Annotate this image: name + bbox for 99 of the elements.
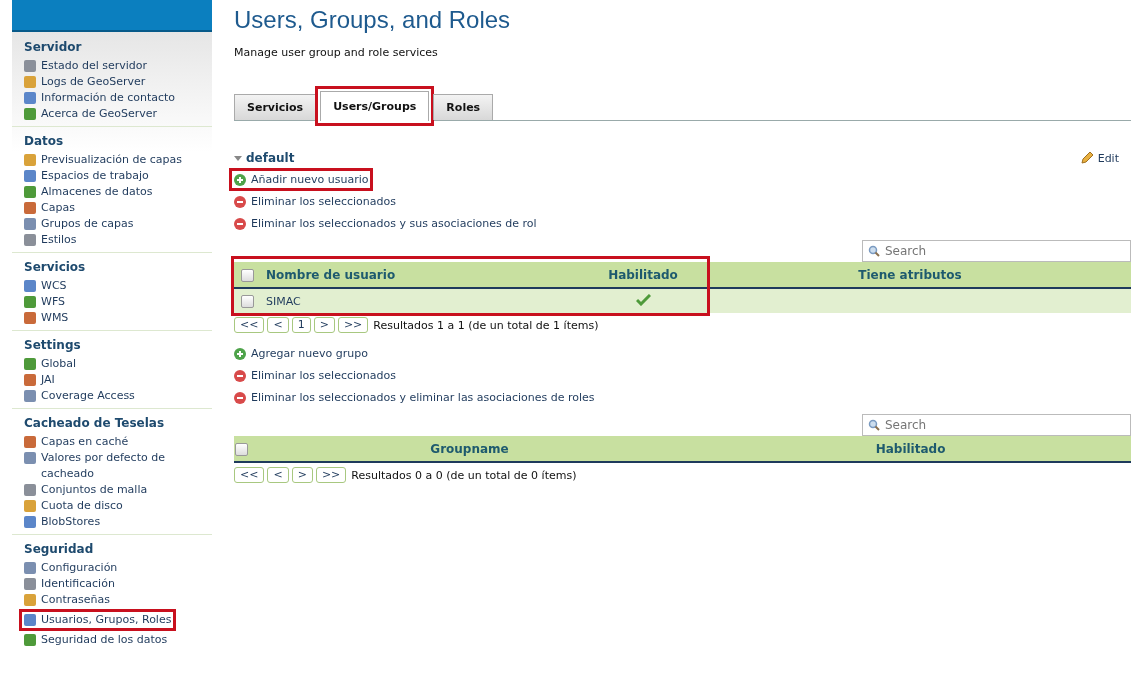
square-icon xyxy=(24,296,36,308)
pager-button[interactable]: >> xyxy=(315,467,347,483)
tab[interactable]: Servicios xyxy=(234,94,317,120)
sidebar-item[interactable]: BlobStores xyxy=(24,514,101,530)
remove-icon xyxy=(234,369,246,382)
sidebar-item[interactable]: Información de contacto xyxy=(24,90,176,106)
square-icon xyxy=(24,578,36,590)
sidebar-item[interactable]: Global xyxy=(24,356,77,372)
square-icon xyxy=(24,218,36,230)
sidebar-item[interactable]: Estilos xyxy=(24,232,77,248)
pager-button[interactable]: 1 xyxy=(291,317,311,333)
square-icon xyxy=(24,452,36,464)
sidebar-item[interactable]: Valores por defecto de cacheado xyxy=(24,450,194,482)
action-link[interactable]: Agregar nuevo grupo xyxy=(229,342,373,365)
square-icon xyxy=(24,186,36,198)
square-icon xyxy=(24,516,36,528)
sidebar-item[interactable]: Grupos de capas xyxy=(24,216,134,232)
service-name[interactable]: default xyxy=(246,151,295,165)
sidebar-item[interactable]: JAI xyxy=(24,372,55,388)
section-title: Servidor xyxy=(24,40,82,54)
remove-icon xyxy=(234,217,246,230)
pencil-icon xyxy=(1079,151,1094,165)
remove-icon xyxy=(234,391,246,404)
sidebar-item[interactable]: Coverage Access xyxy=(24,388,135,404)
sidebar-item[interactable]: WCS xyxy=(24,278,67,294)
action-link[interactable]: Eliminar los seleccionados xyxy=(229,364,401,387)
search-field[interactable]: Search xyxy=(862,414,1131,436)
column-header: Habilitado xyxy=(875,441,946,456)
pager-button[interactable]: > xyxy=(313,317,335,333)
square-icon xyxy=(24,374,36,386)
pager-button[interactable]: < xyxy=(267,317,289,333)
square-icon xyxy=(24,202,36,214)
square-icon xyxy=(24,634,36,646)
square-icon xyxy=(24,234,36,246)
square-icon xyxy=(24,312,36,324)
pager-button[interactable]: >> xyxy=(337,317,369,333)
square-icon xyxy=(24,76,36,88)
sidebar-item[interactable]: Capas xyxy=(24,200,75,216)
pager-button[interactable]: << xyxy=(234,317,265,333)
square-icon xyxy=(24,358,36,370)
column-header: Nombre de usuario xyxy=(266,267,396,282)
square-icon xyxy=(24,280,36,292)
sidebar-item[interactable]: Configuración xyxy=(24,560,118,576)
user-link[interactable]: SIMAC xyxy=(266,294,301,308)
remove-icon xyxy=(234,195,246,208)
sidebar-item[interactable]: Usuarios, Grupos, Roles xyxy=(19,609,177,631)
section-title: Settings xyxy=(24,338,81,352)
section-title: Seguridad xyxy=(24,542,94,556)
sidebar-item[interactable]: WMS xyxy=(24,310,69,326)
square-icon xyxy=(24,436,36,448)
pager-button[interactable]: > xyxy=(291,467,313,483)
sidebar-item[interactable]: Conjuntos de malla xyxy=(24,482,148,498)
search-field[interactable]: Search xyxy=(862,240,1131,262)
section-title: Datos xyxy=(24,134,64,148)
square-icon xyxy=(24,92,36,104)
square-icon xyxy=(24,562,36,574)
pager-button[interactable]: << xyxy=(234,467,265,483)
square-icon xyxy=(24,500,36,512)
sidebar-item[interactable]: Seguridad de los datos xyxy=(24,632,168,648)
sidebar-item[interactable]: Previsualización de capas xyxy=(24,152,182,168)
action-link[interactable]: Eliminar los seleccionados y eliminar las asociaciones de roles xyxy=(229,386,600,409)
sidebar-item[interactable]: Acerca de GeoServer xyxy=(24,106,158,122)
square-icon xyxy=(24,614,36,626)
add-icon xyxy=(234,173,246,186)
page-subtitle: Manage user group and role services xyxy=(234,46,439,59)
square-icon xyxy=(24,60,36,72)
results-text: Resultados 1 a 1 (de un total de 1 ítems) xyxy=(373,318,599,332)
square-icon xyxy=(24,154,36,166)
square-icon xyxy=(24,170,36,182)
sidebar-item[interactable]: Contraseñas xyxy=(24,592,110,608)
tab[interactable]: Roles xyxy=(433,94,494,120)
page-title: Users, Groups, and Roles xyxy=(234,6,512,34)
results-text: Resultados 0 a 0 (de un total de 0 ítems) xyxy=(351,468,577,482)
section-title: Servicios xyxy=(24,260,86,274)
action-link[interactable]: Eliminar los seleccionados xyxy=(229,190,401,213)
square-icon xyxy=(24,108,36,120)
sidebar-item[interactable]: WFS xyxy=(24,294,65,310)
sidebar-item[interactable]: Almacenes de datos xyxy=(24,184,153,200)
square-icon xyxy=(24,594,36,606)
sidebar-item[interactable]: Logs de GeoServer xyxy=(24,74,146,90)
row-checkbox[interactable] xyxy=(240,294,254,308)
sidebar-item[interactable]: Espacios de trabajo xyxy=(24,168,149,184)
add-icon xyxy=(234,347,246,360)
square-icon xyxy=(24,484,36,496)
sidebar-item[interactable]: Cuota de disco xyxy=(24,498,123,514)
section-title: Cacheado de Teselas xyxy=(24,416,165,430)
column-header: Tiene atributos xyxy=(858,267,962,282)
action-link[interactable]: Añadir nuevo usuario xyxy=(229,168,374,191)
edit-link[interactable]: Edit xyxy=(1079,151,1119,165)
pager-button[interactable]: < xyxy=(267,467,289,483)
column-header: Groupname xyxy=(430,441,509,456)
sidebar-item[interactable]: Identificación xyxy=(24,576,115,592)
column-header: Habilitado xyxy=(608,267,678,282)
select-all-checkbox[interactable] xyxy=(240,268,254,282)
select-all-checkbox[interactable] xyxy=(235,442,248,456)
action-link[interactable]: Eliminar los seleccionados y sus asociaciones de rol xyxy=(229,212,542,235)
sidebar-item[interactable]: Estado del servidor xyxy=(24,58,148,74)
sidebar-item[interactable]: Capas en caché xyxy=(24,434,129,450)
square-icon xyxy=(24,390,36,402)
